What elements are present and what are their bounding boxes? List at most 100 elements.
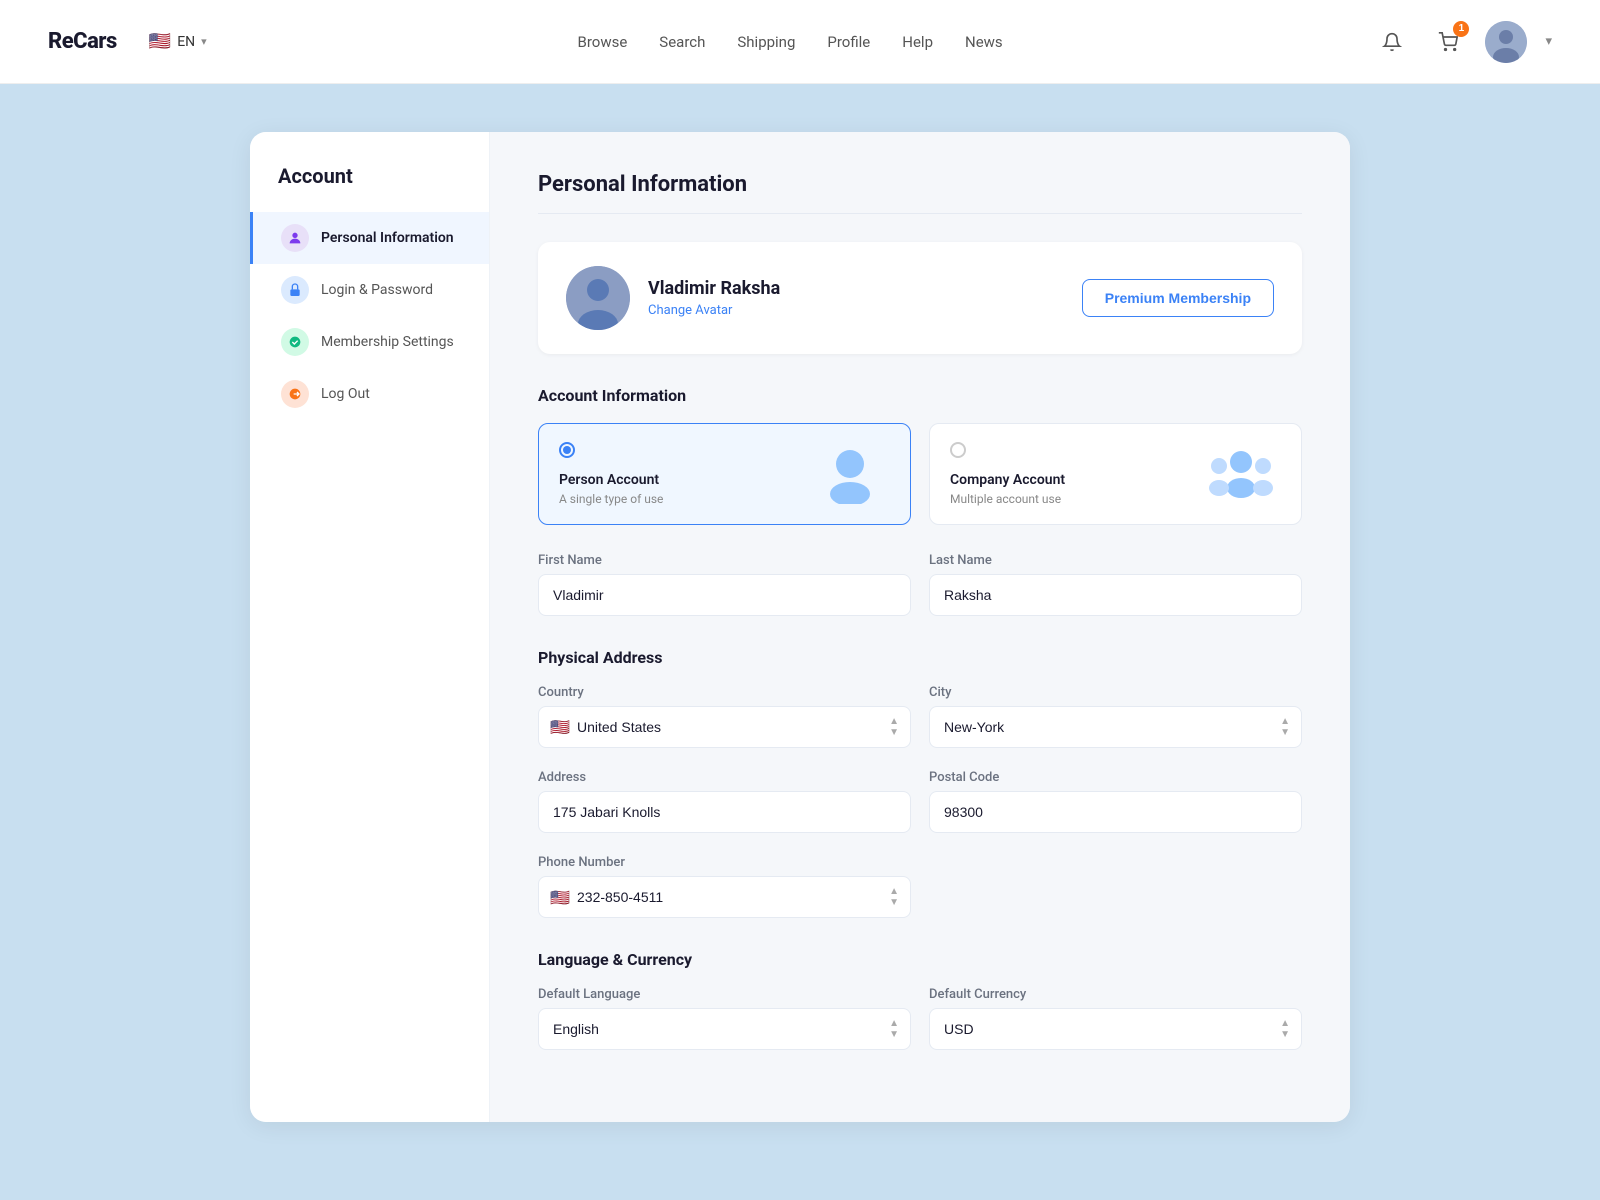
address-group: Address xyxy=(538,770,911,833)
first-name-label: First Name xyxy=(538,553,911,568)
main-wrapper: Account Personal Information xyxy=(0,84,1600,1170)
sidebar-title: Account xyxy=(250,164,489,212)
page-title: Personal Information xyxy=(538,172,1302,214)
phone-label: Phone Number xyxy=(538,855,911,870)
profile-info: Vladimir Raksha Change Avatar xyxy=(566,266,780,330)
nav-help[interactable]: Help xyxy=(902,33,933,51)
city-select[interactable]: New-York xyxy=(929,706,1302,748)
notifications-button[interactable] xyxy=(1373,23,1411,61)
nav-profile[interactable]: Profile xyxy=(827,33,870,51)
company-account-illustration xyxy=(1201,444,1281,504)
name-fields-row: First Name Last Name xyxy=(538,553,1302,616)
country-select[interactable]: United States xyxy=(538,706,911,748)
country-city-row: Country 🇺🇸 United States ▲▼ City xyxy=(538,685,1302,748)
postal-label: Postal Code xyxy=(929,770,1302,785)
language-selector[interactable]: 🇺🇸 EN ▾ xyxy=(149,31,207,52)
person-account-name: Person Account xyxy=(559,472,663,488)
currency-group: Default Currency USD ▲▼ xyxy=(929,987,1302,1050)
account-info-title: Account Information xyxy=(538,386,1302,405)
nav-news[interactable]: News xyxy=(965,33,1003,51)
company-account-left: Company Account Multiple account use xyxy=(950,442,1065,506)
currency-select[interactable]: USD xyxy=(929,1008,1302,1050)
country-group: Country 🇺🇸 United States ▲▼ xyxy=(538,685,911,748)
phone-row: Phone Number 🇺🇸 ▲▼ xyxy=(538,855,1302,918)
language-currency-section: Language & Currency Default Language Eng… xyxy=(538,950,1302,1050)
nav-shipping[interactable]: Shipping xyxy=(737,33,795,51)
first-name-input[interactable] xyxy=(538,574,911,616)
account-info-section: Account Information Person Account A sin… xyxy=(538,386,1302,616)
person-account-radio xyxy=(559,442,575,458)
currency-select-wrapper: USD ▲▼ xyxy=(929,1008,1302,1050)
language-group: Default Language English ▲▼ xyxy=(538,987,911,1050)
nav-search[interactable]: Search xyxy=(659,33,705,51)
language-label: Default Language xyxy=(538,987,911,1002)
person-account-illustration xyxy=(810,444,890,504)
sidebar-label-login-password: Login & Password xyxy=(321,282,433,298)
phone-spacer xyxy=(929,855,1302,918)
country-select-wrapper: 🇺🇸 United States ▲▼ xyxy=(538,706,911,748)
language-currency-title: Language & Currency xyxy=(538,950,1302,969)
sidebar-item-membership[interactable]: Membership Settings xyxy=(250,316,489,368)
sidebar-label-personal-info: Personal Information xyxy=(321,230,454,246)
language-select-wrapper: English ▲▼ xyxy=(538,1008,911,1050)
user-avatar-button[interactable] xyxy=(1485,21,1527,63)
address-label: Address xyxy=(538,770,911,785)
address-input[interactable] xyxy=(538,791,911,833)
postal-group: Postal Code xyxy=(929,770,1302,833)
company-account-desc: Multiple account use xyxy=(950,492,1065,506)
person-account-left: Person Account A single type of use xyxy=(559,442,663,506)
cart-button[interactable]: 1 xyxy=(1429,23,1467,61)
company-account-name: Company Account xyxy=(950,472,1065,488)
user-menu-chevron[interactable]: ▾ xyxy=(1545,34,1552,49)
postal-input[interactable] xyxy=(929,791,1302,833)
last-name-group: Last Name xyxy=(929,553,1302,616)
phone-input[interactable] xyxy=(538,876,911,918)
content-area: Account Personal Information xyxy=(250,132,1350,1122)
nav-browse[interactable]: Browse xyxy=(577,33,627,51)
person-account-desc: A single type of use xyxy=(559,492,663,506)
avatar-image xyxy=(566,266,630,330)
flag-icon: 🇺🇸 xyxy=(149,31,171,52)
profile-text: Vladimir Raksha Change Avatar xyxy=(648,278,780,318)
cart-badge: 1 xyxy=(1453,21,1469,37)
currency-label: Default Currency xyxy=(929,987,1302,1002)
sidebar: Account Personal Information xyxy=(250,132,490,1122)
address-postal-row: Address Postal Code xyxy=(538,770,1302,833)
lock-icon xyxy=(281,276,309,304)
person-account-card[interactable]: Person Account A single type of use xyxy=(538,423,911,525)
profile-avatar xyxy=(566,266,630,330)
sidebar-label-membership: Membership Settings xyxy=(321,334,454,350)
city-label: City xyxy=(929,685,1302,700)
logout-icon xyxy=(281,380,309,408)
sidebar-item-logout[interactable]: Log Out xyxy=(250,368,489,420)
chevron-down-icon: ▾ xyxy=(201,35,207,48)
language-select[interactable]: English xyxy=(538,1008,911,1050)
header: ReCars 🇺🇸 EN ▾ Browse Search Shipping Pr… xyxy=(0,0,1600,84)
premium-membership-button[interactable]: Premium Membership xyxy=(1082,279,1274,317)
profile-name: Vladimir Raksha xyxy=(648,278,780,299)
user-avatar-image xyxy=(1485,21,1527,63)
country-label: Country xyxy=(538,685,911,700)
phone-group: Phone Number 🇺🇸 ▲▼ xyxy=(538,855,911,918)
membership-icon xyxy=(281,328,309,356)
main-nav: Browse Search Shipping Profile Help News xyxy=(577,33,1002,51)
physical-address-title: Physical Address xyxy=(538,648,1302,667)
last-name-label: Last Name xyxy=(929,553,1302,568)
last-name-input[interactable] xyxy=(929,574,1302,616)
sidebar-item-login-password[interactable]: Login & Password xyxy=(250,264,489,316)
logo[interactable]: ReCars xyxy=(48,29,117,54)
account-type-row: Person Account A single type of use xyxy=(538,423,1302,525)
company-account-card[interactable]: Company Account Multiple account use xyxy=(929,423,1302,525)
phone-input-wrapper: 🇺🇸 ▲▼ xyxy=(538,876,911,918)
person-icon xyxy=(281,224,309,252)
phone-arrows: ▲▼ xyxy=(889,886,899,908)
profile-card: Vladimir Raksha Change Avatar Premium Me… xyxy=(538,242,1302,354)
right-panel: Personal Information Vladimir Raksha xyxy=(490,132,1350,1122)
change-avatar-link[interactable]: Change Avatar xyxy=(648,303,780,318)
sidebar-item-personal-info[interactable]: Personal Information xyxy=(250,212,489,264)
bell-icon xyxy=(1382,32,1402,52)
sidebar-label-logout: Log Out xyxy=(321,386,370,402)
city-select-wrapper: New-York ▲▼ xyxy=(929,706,1302,748)
lang-label: EN xyxy=(177,34,195,50)
header-actions: 1 ▾ xyxy=(1373,21,1552,63)
